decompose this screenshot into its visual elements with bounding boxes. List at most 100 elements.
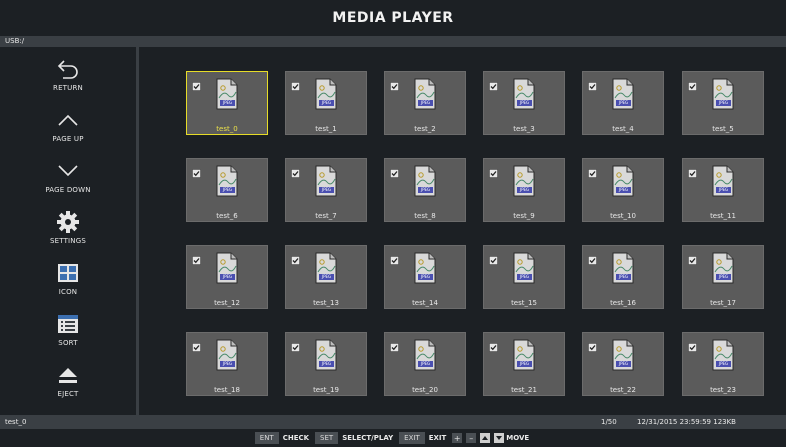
file-tile[interactable]: JPEG test_4 — [582, 71, 664, 135]
minus-key: – — [466, 433, 477, 443]
file-tile[interactable]: JPEG test_3 — [483, 71, 565, 135]
file-name: test_18 — [214, 386, 240, 394]
checkbox-checked-icon[interactable] — [588, 163, 597, 178]
return-label: RETURN — [53, 84, 83, 92]
file-type-badge: JPEG — [519, 187, 530, 192]
file-tile[interactable]: JPEG test_10 — [582, 158, 664, 222]
checkbox-checked-icon[interactable] — [688, 163, 697, 178]
checkbox-checked-icon[interactable] — [192, 163, 201, 178]
checkbox-checked-icon[interactable] — [489, 76, 498, 91]
file-tile[interactable]: JPEG test_17 — [682, 245, 764, 309]
page-up-button[interactable]: PAGE UP — [0, 106, 136, 154]
file-tile[interactable]: JPEG test_6 — [186, 158, 268, 222]
file-type-badge: JPEG — [618, 187, 629, 192]
checkbox-checked-icon[interactable] — [192, 76, 201, 91]
file-tile[interactable]: JPEG test_13 — [285, 245, 367, 309]
checkbox-checked-icon[interactable] — [688, 337, 697, 352]
file-tile[interactable]: JPEG test_11 — [682, 158, 764, 222]
file-name: test_23 — [710, 386, 736, 394]
file-tile[interactable]: JPEG test_0 — [186, 71, 268, 135]
grid-view-icon — [54, 259, 82, 287]
file-tile[interactable]: JPEG test_8 — [384, 158, 466, 222]
file-tile[interactable]: JPEG test_15 — [483, 245, 565, 309]
sort-list-icon — [54, 310, 82, 338]
file-grid: JPEG test_0 JPEG test_1 JPEG test_2 JPEG test_3… — [139, 47, 786, 415]
file-type-badge: JPEG — [222, 274, 233, 279]
set-key: SET — [315, 432, 339, 444]
checkbox-checked-icon[interactable] — [588, 76, 597, 91]
eject-button[interactable]: EJECT — [0, 361, 136, 409]
file-name: test_19 — [313, 386, 339, 394]
file-type-badge: JPEG — [222, 187, 233, 192]
checkbox-checked-icon[interactable] — [489, 337, 498, 352]
file-name: test_3 — [513, 125, 535, 133]
checkbox-checked-icon[interactable] — [390, 337, 399, 352]
file-tile[interactable]: JPEG test_2 — [384, 71, 466, 135]
exit-action: EXIT — [428, 434, 447, 442]
file-tile[interactable]: JPEG test_5 — [682, 71, 764, 135]
checkbox-checked-icon[interactable] — [688, 250, 697, 265]
file-tile[interactable]: JPEG test_22 — [582, 332, 664, 396]
checkbox-checked-icon[interactable] — [390, 76, 399, 91]
file-name: test_1 — [315, 125, 337, 133]
file-tile[interactable]: JPEG test_1 — [285, 71, 367, 135]
file-tile[interactable]: JPEG test_14 — [384, 245, 466, 309]
icon-label: ICON — [58, 288, 78, 296]
checkbox-checked-icon[interactable] — [192, 337, 201, 352]
file-name: test_17 — [710, 299, 736, 307]
file-name: test_10 — [610, 212, 636, 220]
file-tile[interactable]: JPEG test_7 — [285, 158, 367, 222]
file-type-badge: JPEG — [420, 100, 431, 105]
chevron-up-icon — [54, 106, 82, 134]
page-title: MEDIA PLAYER — [332, 10, 454, 26]
file-tile[interactable]: JPEG test_23 — [682, 332, 764, 396]
file-type-badge: JPEG — [321, 274, 332, 279]
file-tile[interactable]: JPEG test_19 — [285, 332, 367, 396]
icon-view-button[interactable]: ICON — [0, 259, 136, 307]
checkbox-checked-icon[interactable] — [588, 337, 597, 352]
page-up-label: PAGE UP — [52, 135, 84, 143]
checkbox-checked-icon[interactable] — [291, 337, 300, 352]
checkbox-checked-icon[interactable] — [390, 163, 399, 178]
eject-icon — [54, 361, 82, 389]
checkbox-checked-icon[interactable] — [291, 250, 300, 265]
file-tile[interactable]: JPEG test_12 — [186, 245, 268, 309]
file-type-badge: JPEG — [519, 274, 530, 279]
checkbox-checked-icon[interactable] — [489, 163, 498, 178]
set-action: SELECT/PLAY — [342, 434, 394, 442]
settings-button[interactable]: SETTINGS — [0, 208, 136, 256]
arrow-up-icon — [480, 433, 491, 443]
return-button[interactable]: RETURN — [0, 55, 136, 103]
checkbox-checked-icon[interactable] — [688, 76, 697, 91]
file-name: test_12 — [214, 299, 240, 307]
file-name: test_9 — [513, 212, 535, 220]
file-name: test_14 — [412, 299, 438, 307]
file-type-badge: JPEG — [519, 361, 530, 366]
checkbox-checked-icon[interactable] — [192, 250, 201, 265]
checkbox-checked-icon[interactable] — [489, 250, 498, 265]
chevron-down-icon — [54, 157, 82, 185]
file-tile[interactable]: JPEG test_21 — [483, 332, 565, 396]
ent-action: CHECK — [282, 434, 310, 442]
file-type-badge: JPEG — [420, 361, 431, 366]
sort-button[interactable]: SORT — [0, 310, 136, 358]
checkbox-checked-icon[interactable] — [390, 250, 399, 265]
file-tile[interactable]: JPEG test_18 — [186, 332, 268, 396]
file-tile[interactable]: JPEG test_20 — [384, 332, 466, 396]
page-down-label: PAGE DOWN — [45, 186, 91, 194]
file-tile[interactable]: JPEG test_9 — [483, 158, 565, 222]
file-name: test_21 — [511, 386, 537, 394]
sidebar: RETURN PAGE UP PAGE DOWN SETTINGS ICON S… — [0, 47, 136, 415]
page-down-button[interactable]: PAGE DOWN — [0, 157, 136, 205]
file-name: test_7 — [315, 212, 337, 220]
file-name: test_0 — [216, 125, 238, 133]
checkbox-checked-icon[interactable] — [588, 250, 597, 265]
checkbox-checked-icon[interactable] — [291, 76, 300, 91]
file-name: test_16 — [610, 299, 636, 307]
file-type-badge: JPEG — [420, 274, 431, 279]
exit-key: EXIT — [399, 432, 425, 444]
checkbox-checked-icon[interactable] — [291, 163, 300, 178]
file-tile[interactable]: JPEG test_16 — [582, 245, 664, 309]
file-type-badge: JPEG — [718, 361, 729, 366]
file-info: 12/31/2015 23:59:59 123KB — [637, 418, 736, 426]
